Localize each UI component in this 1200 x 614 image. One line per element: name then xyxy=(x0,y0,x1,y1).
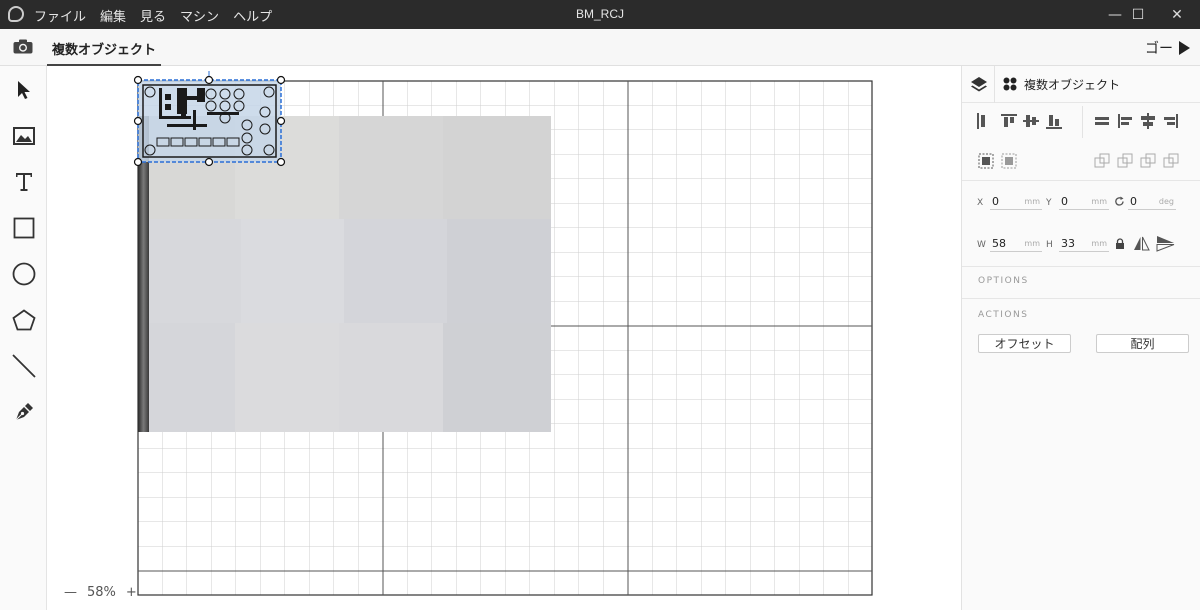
layers-icon[interactable] xyxy=(970,76,988,94)
maximize-icon: ☐ xyxy=(1131,6,1145,23)
close-button[interactable]: ✕ xyxy=(1154,0,1200,29)
go-label: ゴー xyxy=(1145,41,1173,57)
rotation-value: 0 xyxy=(1130,195,1137,208)
align-bottom-icon[interactable] xyxy=(1045,112,1063,130)
height-unit: mm xyxy=(1091,239,1107,248)
panel-title: 複数オブジェクト xyxy=(1024,78,1121,92)
intersect-icon[interactable] xyxy=(1139,152,1157,170)
subtract-icon[interactable] xyxy=(1116,152,1134,170)
exclude-icon[interactable] xyxy=(1162,152,1180,170)
y-value: 0 xyxy=(1061,195,1068,208)
align-hcenter-icon[interactable] xyxy=(1139,112,1157,130)
distribute-horizontal-icon[interactable] xyxy=(1093,112,1111,130)
h-label: H xyxy=(1046,240,1053,250)
group-icon[interactable] xyxy=(977,152,995,170)
image-icon[interactable] xyxy=(11,123,37,149)
window-title: BM_RCJ xyxy=(575,7,624,21)
flip-horizontal-icon[interactable] xyxy=(1133,235,1150,252)
polygon-icon[interactable] xyxy=(11,307,37,333)
rectangle-icon[interactable] xyxy=(11,215,37,241)
actions-title: ACTIONS xyxy=(978,310,1029,320)
y-unit: mm xyxy=(1091,197,1107,206)
height-field[interactable]: 33 mm xyxy=(1059,236,1109,252)
width-unit: mm xyxy=(1024,239,1040,248)
width-value: 58 xyxy=(992,237,1006,250)
selected-pcb-object[interactable] xyxy=(133,71,286,167)
rotation-field[interactable]: 0 deg xyxy=(1128,194,1176,210)
align-center-left-icon[interactable] xyxy=(1116,112,1134,130)
align-right-icon[interactable] xyxy=(1162,112,1180,130)
flip-vertical-icon[interactable] xyxy=(1156,235,1175,252)
y-field[interactable]: 0 mm xyxy=(1059,194,1109,210)
align-vcenter-icon[interactable] xyxy=(1022,112,1040,130)
x-unit: mm xyxy=(1024,197,1040,206)
panel-header: 複数オブジェクト xyxy=(962,66,1200,103)
title-bar: ファイル 編集 見る マシン ヘルプ BM_RCJ — ☐ ✕ xyxy=(0,0,1200,29)
go-button[interactable]: ゴー xyxy=(1145,38,1190,58)
height-value: 33 xyxy=(1061,237,1075,250)
array-button[interactable]: 配列 xyxy=(1096,334,1189,353)
x-label: X xyxy=(977,198,984,208)
select-arrow-icon[interactable] xyxy=(11,77,37,103)
zoom-in-button[interactable]: + xyxy=(126,585,137,600)
camera-icon[interactable] xyxy=(13,39,33,54)
top-toolbar: 複数オブジェクト ゴー xyxy=(0,29,1200,66)
zoom-level: 58% xyxy=(87,585,116,600)
x-field[interactable]: 0 mm xyxy=(990,194,1042,210)
width-field[interactable]: 58 mm xyxy=(990,236,1042,252)
tab-multiple-objects[interactable]: 複数オブジェクト xyxy=(47,29,162,66)
circle-icon[interactable] xyxy=(11,261,37,287)
pen-icon[interactable] xyxy=(11,399,37,425)
align-top-icon[interactable] xyxy=(1000,112,1018,130)
x-value: 0 xyxy=(992,195,999,208)
close-icon: ✕ xyxy=(1171,6,1183,23)
line-icon[interactable] xyxy=(11,353,37,379)
canvas-grid[interactable] xyxy=(47,66,961,610)
text-icon[interactable] xyxy=(11,169,37,195)
zoom-control: — 58% + xyxy=(64,585,137,600)
play-icon xyxy=(1179,41,1190,55)
align-left-icon[interactable] xyxy=(976,112,994,130)
camera-overlay-image[interactable] xyxy=(138,116,551,432)
properties-panel: 複数オブジェクト X 0 mm Y 0 mm 0 deg W 58 mm H 3… xyxy=(961,66,1200,610)
rotation-unit: deg xyxy=(1158,197,1174,206)
tool-sidebar xyxy=(0,66,47,610)
offset-button[interactable]: オフセット xyxy=(978,334,1071,353)
design-canvas[interactable] xyxy=(47,66,961,610)
lock-icon[interactable] xyxy=(1115,238,1125,249)
w-label: W xyxy=(977,240,986,250)
union-icon[interactable] xyxy=(1093,152,1111,170)
rotate-icon xyxy=(1115,196,1124,206)
y-label: Y xyxy=(1046,198,1052,208)
multiple-objects-icon xyxy=(1003,77,1017,91)
ungroup-icon[interactable] xyxy=(1000,152,1018,170)
options-title: OPTIONS xyxy=(978,276,1029,286)
zoom-out-button[interactable]: — xyxy=(64,585,77,600)
